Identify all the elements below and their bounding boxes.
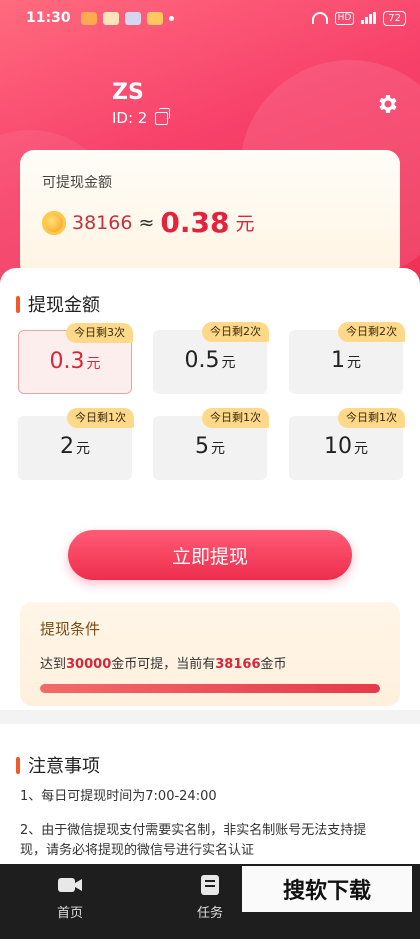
nav-home[interactable]: 首页: [0, 864, 140, 939]
option-value: 10: [324, 434, 352, 459]
heading-accent-bar: [16, 295, 20, 313]
user-id-row: ID: 2: [112, 107, 171, 127]
required-coins: 30000: [66, 657, 112, 672]
option-amount: 2元: [18, 434, 132, 459]
condition-suffix: 金币: [260, 657, 287, 672]
watermark-overlay: 搜软下载: [242, 866, 412, 912]
app-notification-icon: [80, 11, 97, 25]
option-value: 0.3: [49, 349, 85, 374]
option-unit: 元: [354, 441, 368, 457]
withdraw-amount-heading: 提现金额: [16, 291, 100, 317]
option-value: 1: [331, 348, 345, 373]
remaining-badge: 今日剩2次: [202, 322, 269, 342]
nav-home-label: 首页: [56, 906, 83, 921]
coin-progress-bar: [40, 684, 380, 693]
note-item: 1、每日可提现时间为7:00-24:00: [20, 789, 217, 804]
option-unit: 元: [86, 356, 101, 372]
approx-sign: ≈: [138, 211, 155, 234]
rmb-amount: 0.38: [160, 206, 230, 239]
condition-mid: 金币可提，当前有: [111, 657, 216, 672]
withdraw-option-0.3[interactable]: 今日剩3次 0.3 元: [18, 323, 133, 394]
option-value: 2: [60, 434, 74, 459]
withdraw-now-button[interactable]: 立即提现: [68, 530, 352, 580]
note-item: 现，请务必将提现的微信号进行实名认证: [20, 843, 255, 858]
option-unit: 元: [347, 355, 361, 371]
balance-label: 可提现金额: [42, 175, 112, 191]
notification-icons: [80, 11, 174, 25]
notes-title: 注意事项: [28, 756, 100, 777]
notes-section: 注意事项 1、每日可提现时间为7:00-24:00 2、由于微信提现支付需要实名…: [0, 724, 420, 864]
settings-gear-icon[interactable]: [376, 92, 400, 116]
copy-icon[interactable]: [155, 107, 171, 125]
current-coins: 38166: [215, 657, 261, 672]
status-time: 11:30: [26, 10, 71, 26]
task-list-icon: [201, 875, 219, 895]
gold-coin-icon: [42, 210, 66, 235]
option-amount: 0.3 元: [19, 349, 131, 374]
option-amount: 1元: [289, 348, 403, 373]
rmb-unit: 元: [235, 213, 255, 235]
user-id: ID: 2: [112, 109, 148, 127]
option-amount: 10 元: [289, 434, 403, 459]
option-unit: 元: [76, 441, 90, 457]
option-value: 5: [195, 434, 209, 459]
withdraw-condition-card: 提现条件 达到30000金币可提，当前有38166金币: [20, 602, 400, 706]
coin-progress-fill: [40, 684, 380, 693]
signal-icon: [361, 12, 377, 24]
app-notification-icon: [146, 11, 163, 25]
app-notification-icon: [102, 11, 119, 25]
option-value: 0.5: [184, 348, 220, 373]
heading-accent-bar: [16, 756, 20, 774]
withdraw-option-0.5[interactable]: 今日剩2次 0.5 元: [153, 322, 269, 394]
remaining-badge: 今日剩1次: [338, 408, 405, 428]
note-item: 2、由于微信提现支付需要实名制，非实名制账号无法支持提: [20, 823, 367, 838]
wifi-icon: [311, 12, 328, 24]
nav-tasks-label: 任务: [196, 906, 223, 921]
option-unit: 元: [221, 355, 236, 371]
notes-heading: 注意事项: [16, 752, 100, 778]
balance-row: 38166 ≈ 0.38 元: [42, 206, 378, 239]
remaining-badge: 今日剩1次: [67, 408, 134, 428]
hd-icon: HD: [334, 11, 355, 25]
condition-title: 提现条件: [40, 620, 101, 638]
withdraw-option-2[interactable]: 今日剩1次 2元: [18, 408, 134, 480]
video-camera-icon: [58, 878, 82, 892]
balance-card: 可提现金额 38166 ≈ 0.38 元: [20, 150, 400, 278]
withdraw-option-1[interactable]: 今日剩2次 1元: [289, 322, 405, 394]
withdraw-option-10[interactable]: 今日剩1次 10 元: [289, 408, 405, 480]
option-unit: 元: [211, 441, 225, 457]
status-indicators: HD 72: [311, 10, 406, 26]
user-name: ZS: [112, 80, 144, 105]
remaining-badge: 今日剩3次: [66, 323, 133, 343]
option-amount: 0.5 元: [153, 348, 267, 373]
remaining-badge: 今日剩2次: [338, 322, 405, 342]
option-amount: 5元: [153, 434, 267, 459]
status-bar: 11:30 HD 72: [0, 0, 420, 36]
withdraw-option-5[interactable]: 今日剩1次 5元: [153, 408, 269, 480]
condition-prefix: 达到: [40, 657, 67, 672]
app-notification-icon: [124, 11, 141, 25]
more-notifications-dot-icon: [168, 15, 174, 21]
battery-icon: 72: [383, 10, 406, 26]
remaining-badge: 今日剩1次: [202, 408, 269, 428]
coin-balance: 38166: [72, 211, 133, 234]
withdraw-amount-title: 提现金额: [28, 295, 100, 316]
condition-text: 达到30000金币可提，当前有38166金币: [40, 653, 380, 672]
